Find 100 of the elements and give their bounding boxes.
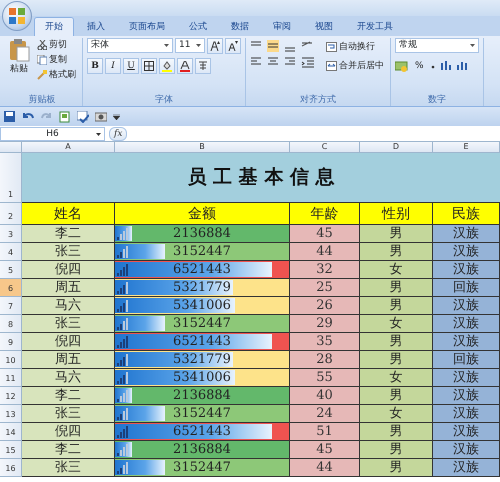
row-header[interactable]: 16 xyxy=(0,459,22,477)
row-header[interactable]: 8 xyxy=(0,315,22,333)
decrease-decimal-icon[interactable] xyxy=(456,60,468,72)
clipboard-icon[interactable] xyxy=(8,38,30,62)
percent-button[interactable]: % xyxy=(413,59,426,73)
column-header[interactable]: C xyxy=(290,142,360,153)
ribbon-tab[interactable]: 开始 xyxy=(34,17,74,36)
ribbon-tab[interactable]: 视图 xyxy=(304,17,344,36)
row-header[interactable]: 10 xyxy=(0,351,22,369)
ribbon-tab[interactable]: 开发工具 xyxy=(346,17,404,36)
font-color-button[interactable] xyxy=(177,58,193,74)
table-cell: 周五 xyxy=(22,279,115,297)
save-icon[interactable] xyxy=(4,111,15,122)
table-cell: 28 xyxy=(290,351,360,369)
underline-button[interactable]: U xyxy=(123,58,139,74)
merge-center-button[interactable]: 合并后居中 xyxy=(324,59,386,73)
phonetic-icon xyxy=(198,61,208,71)
grow-font-icon xyxy=(210,41,220,51)
align-middle-icon[interactable] xyxy=(267,40,279,52)
group-label: 字体 xyxy=(154,94,174,106)
row-header[interactable]: 13 xyxy=(0,405,22,423)
row-header[interactable]: 15 xyxy=(0,441,22,459)
signal-bars-icon xyxy=(117,372,129,384)
office-button[interactable] xyxy=(2,1,32,31)
header-cell: 性别 xyxy=(360,203,433,225)
name-box[interactable]: H6 xyxy=(0,126,105,140)
dropdown-icon xyxy=(164,44,169,47)
table-cell: 女 xyxy=(360,315,433,333)
grow-font-button[interactable] xyxy=(207,38,223,54)
amount-value: 5341006 xyxy=(173,371,231,384)
table-cell: 男 xyxy=(360,297,433,315)
table-cell: 马六 xyxy=(22,297,115,315)
column-header[interactable]: D xyxy=(360,142,433,153)
paste-button[interactable]: 粘贴 xyxy=(6,38,32,94)
fill-color-button[interactable] xyxy=(159,58,175,74)
format-painter-button[interactable]: 格式刷 xyxy=(35,68,78,82)
document-icon[interactable] xyxy=(59,110,71,122)
row-header[interactable]: 11 xyxy=(0,369,22,387)
table-cell: 女 xyxy=(360,369,433,387)
table-cell: 24 xyxy=(290,405,360,423)
table-cell: 李二 xyxy=(22,441,115,459)
borders-button[interactable] xyxy=(141,58,157,74)
font-name-field[interactable]: 宋体 xyxy=(87,38,173,53)
table-cell: 男 xyxy=(360,333,433,351)
row-header[interactable]: 7 xyxy=(0,297,22,315)
ribbon-tab[interactable]: 插入 xyxy=(76,17,116,36)
row-header[interactable]: 6 xyxy=(0,279,22,297)
signal-bars-icon xyxy=(117,318,129,330)
table-cell: 45 xyxy=(290,441,360,459)
table-cell: 44 xyxy=(290,243,360,261)
table-cell: 29 xyxy=(290,315,360,333)
header-cell: 年龄 xyxy=(290,203,360,225)
ribbon-tab[interactable]: 页面布局 xyxy=(118,17,176,36)
ribbon-tab[interactable]: 审阅 xyxy=(262,17,302,36)
check-icon[interactable] xyxy=(77,110,89,122)
header-cell: 姓名 xyxy=(22,203,115,225)
table-cell: 倪四 xyxy=(22,423,115,441)
table-cell: 男 xyxy=(360,279,433,297)
table-cell: 男 xyxy=(360,441,433,459)
table-cell: 周五 xyxy=(22,351,115,369)
signal-bars-icon xyxy=(117,264,129,276)
table-cell: 汉族 xyxy=(433,243,500,261)
column-header[interactable]: A xyxy=(22,142,115,153)
number-format-field[interactable]: 常规 xyxy=(395,38,479,53)
column-header[interactable]: B xyxy=(115,142,290,153)
scissors-icon xyxy=(37,40,47,50)
insert-function-button[interactable]: fx xyxy=(109,126,128,140)
amount-value: 3152447 xyxy=(173,461,231,474)
italic-button[interactable]: I xyxy=(105,58,121,74)
row-header[interactable]: 5 xyxy=(0,261,22,279)
table-cell: 26 xyxy=(290,297,360,315)
indent-icon[interactable] xyxy=(301,56,315,68)
shrink-font-button[interactable] xyxy=(225,38,241,54)
copy-button[interactable]: 复制 xyxy=(35,53,78,67)
table-cell: 45 xyxy=(290,225,360,243)
table-cell: 男 xyxy=(360,243,433,261)
row-header[interactable]: 9 xyxy=(0,333,22,351)
wrap-text-button[interactable]: 自动换行 xyxy=(324,40,386,54)
signal-bars-icon xyxy=(117,408,129,420)
camera-icon[interactable] xyxy=(95,111,107,122)
font-size-field[interactable]: 11 xyxy=(175,38,205,53)
table-cell: 男 xyxy=(360,225,433,243)
row-header[interactable]: 14 xyxy=(0,423,22,441)
row-header[interactable]: 1 xyxy=(0,153,22,203)
phonetic-button[interactable] xyxy=(195,58,211,74)
ribbon-tab[interactable]: 数据 xyxy=(220,17,260,36)
ribbon-tab[interactable]: 公式 xyxy=(178,17,218,36)
column-header[interactable]: E xyxy=(433,142,500,153)
table-cell: 男 xyxy=(360,387,433,405)
table-cell: 男 xyxy=(360,459,433,477)
currency-icon[interactable] xyxy=(395,60,409,72)
cut-button[interactable]: 剪切 xyxy=(35,38,78,52)
shrink-font-icon xyxy=(228,41,238,51)
row-header[interactable]: 4 xyxy=(0,243,22,261)
bold-button[interactable]: B xyxy=(87,58,103,74)
increase-decimal-icon[interactable] xyxy=(440,60,452,72)
row-header[interactable]: 3 xyxy=(0,225,22,243)
row-header[interactable]: 12 xyxy=(0,387,22,405)
row-header[interactable]: 2 xyxy=(0,203,22,225)
dropdown-icon[interactable] xyxy=(113,114,120,120)
